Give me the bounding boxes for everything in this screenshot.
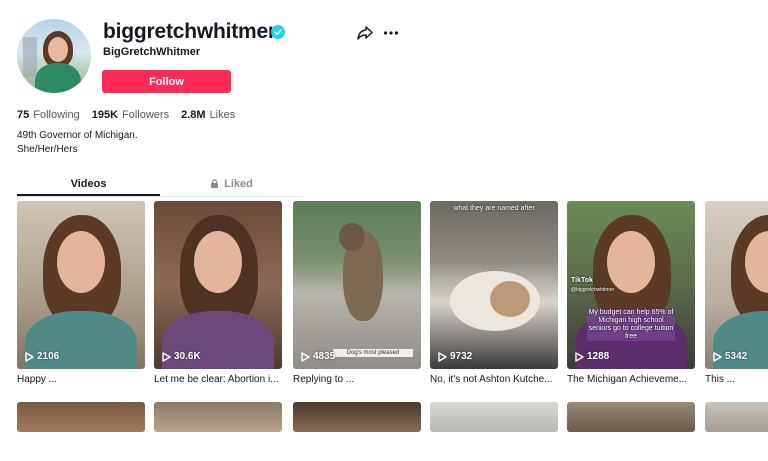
video-thumbnail[interactable] <box>293 402 421 432</box>
video-thumbnail[interactable]: Dog's most pleased 4835 <box>293 201 421 369</box>
view-count-value: 2106 <box>37 351 60 362</box>
video-card[interactable]: 30.6K Let me be clear: Abortion i... <box>154 201 282 385</box>
view-count-value: 1288 <box>587 351 610 362</box>
video-card[interactable] <box>154 402 282 432</box>
profile-username: biggretchwhitmer <box>103 20 276 43</box>
view-count: 30.6K <box>162 351 201 362</box>
video-card[interactable]: TikTok @biggretchwhitmer My budget can h… <box>567 201 695 385</box>
video-caption: Dog's most pleased <box>333 349 413 357</box>
play-icon <box>575 351 584 362</box>
avatar-face <box>48 37 68 62</box>
video-card[interactable]: 5342 This ... <box>705 201 768 385</box>
watermark-handle: @biggretchwhitmer <box>571 287 615 293</box>
avatar-background <box>23 37 37 77</box>
view-count-value: 4835 <box>313 351 336 362</box>
video-thumbnail[interactable]: 2106 <box>17 201 145 369</box>
view-count: 9732 <box>438 351 472 362</box>
tab-label: Liked <box>224 177 253 190</box>
video-thumbnail[interactable]: TikTok @biggretchwhitmer My budget can h… <box>567 201 695 369</box>
video-title[interactable]: No, it's not Ashton Kutche... <box>430 374 558 385</box>
profile-avatar[interactable] <box>17 19 91 93</box>
play-icon <box>25 351 34 362</box>
video-title[interactable]: The Michigan Achieveme... <box>567 374 695 385</box>
view-count: 5342 <box>713 351 747 362</box>
view-count: 4835 <box>301 351 335 362</box>
video-card[interactable] <box>705 402 768 432</box>
video-card[interactable] <box>567 402 695 432</box>
tab-label: Videos <box>70 177 107 190</box>
video-title[interactable]: Happy ... <box>17 374 145 385</box>
profile-nickname: BigGretchWhitmer <box>103 46 201 58</box>
avatar-body <box>35 63 81 93</box>
lock-icon <box>211 179 219 188</box>
stat-label: Likes <box>209 109 236 121</box>
video-thumbnail[interactable]: 30.6K <box>154 201 282 369</box>
video-card[interactable]: 2106 Happy ... <box>17 201 145 385</box>
video-thumbnail[interactable]: what they are named after 9732 <box>430 201 558 369</box>
tab-liked[interactable]: Liked <box>160 172 303 195</box>
stat-value: 75 <box>17 109 30 121</box>
video-thumbnail[interactable]: 5342 <box>705 201 768 369</box>
play-icon <box>162 351 171 362</box>
play-icon <box>713 351 722 362</box>
video-card[interactable] <box>17 402 145 432</box>
follow-button[interactable]: Follow <box>102 70 231 93</box>
view-count-value: 30.6K <box>174 351 201 362</box>
video-card[interactable]: Dog's most pleased 4835 Replying to ... <box>293 201 421 385</box>
video-card[interactable]: what they are named after 9732 No, it's … <box>430 201 558 385</box>
video-thumbnail[interactable] <box>154 402 282 432</box>
watermark: TikTok <box>571 277 593 284</box>
bio-line: 49th Governor of Michigan. <box>17 130 138 141</box>
video-card[interactable] <box>293 402 421 432</box>
video-title[interactable]: This ... <box>705 374 768 385</box>
video-title[interactable]: Let me be clear: Abortion i... <box>154 374 282 385</box>
stat-followers[interactable]: 195K Followers <box>92 109 169 121</box>
video-thumbnail[interactable] <box>705 402 768 432</box>
stat-following[interactable]: 75 Following <box>17 109 80 121</box>
bio-line: She/Her/Hers <box>17 144 78 155</box>
video-thumbnail[interactable] <box>430 402 558 432</box>
view-count: 1288 <box>575 351 609 362</box>
stat-likes: 2.8M Likes <box>181 109 235 121</box>
view-count: 2106 <box>25 351 59 362</box>
profile-tabs: Videos Liked <box>17 172 303 197</box>
verified-check-icon <box>271 25 285 39</box>
profile-stats: 75 Following 195K Followers 2.8M Likes <box>17 109 247 121</box>
tab-videos[interactable]: Videos <box>17 172 160 196</box>
play-icon <box>438 351 447 362</box>
view-count-value: 9732 <box>450 351 473 362</box>
stat-label: Followers <box>122 109 170 121</box>
video-thumbnail[interactable] <box>567 402 695 432</box>
stat-label: Following <box>33 109 80 121</box>
view-count-value: 5342 <box>725 351 748 362</box>
share-icon[interactable] <box>357 25 373 41</box>
video-title[interactable]: Replying to ... <box>293 374 421 385</box>
video-card[interactable] <box>430 402 558 432</box>
video-caption: what they are named after <box>453 205 535 212</box>
video-thumbnail[interactable] <box>17 402 145 432</box>
stat-value: 2.8M <box>181 109 206 121</box>
video-grid: 2106 Happy ... 30.6K Let me be clear: Ab… <box>17 201 768 461</box>
video-caption: My budget can help 65% of Michigan high … <box>587 309 675 341</box>
play-icon <box>301 351 310 362</box>
profile-bio: 49th Governor of Michigan. She/Her/Hers <box>17 129 138 157</box>
stat-value: 195K <box>91 109 119 121</box>
more-dots-icon[interactable] <box>383 30 399 36</box>
